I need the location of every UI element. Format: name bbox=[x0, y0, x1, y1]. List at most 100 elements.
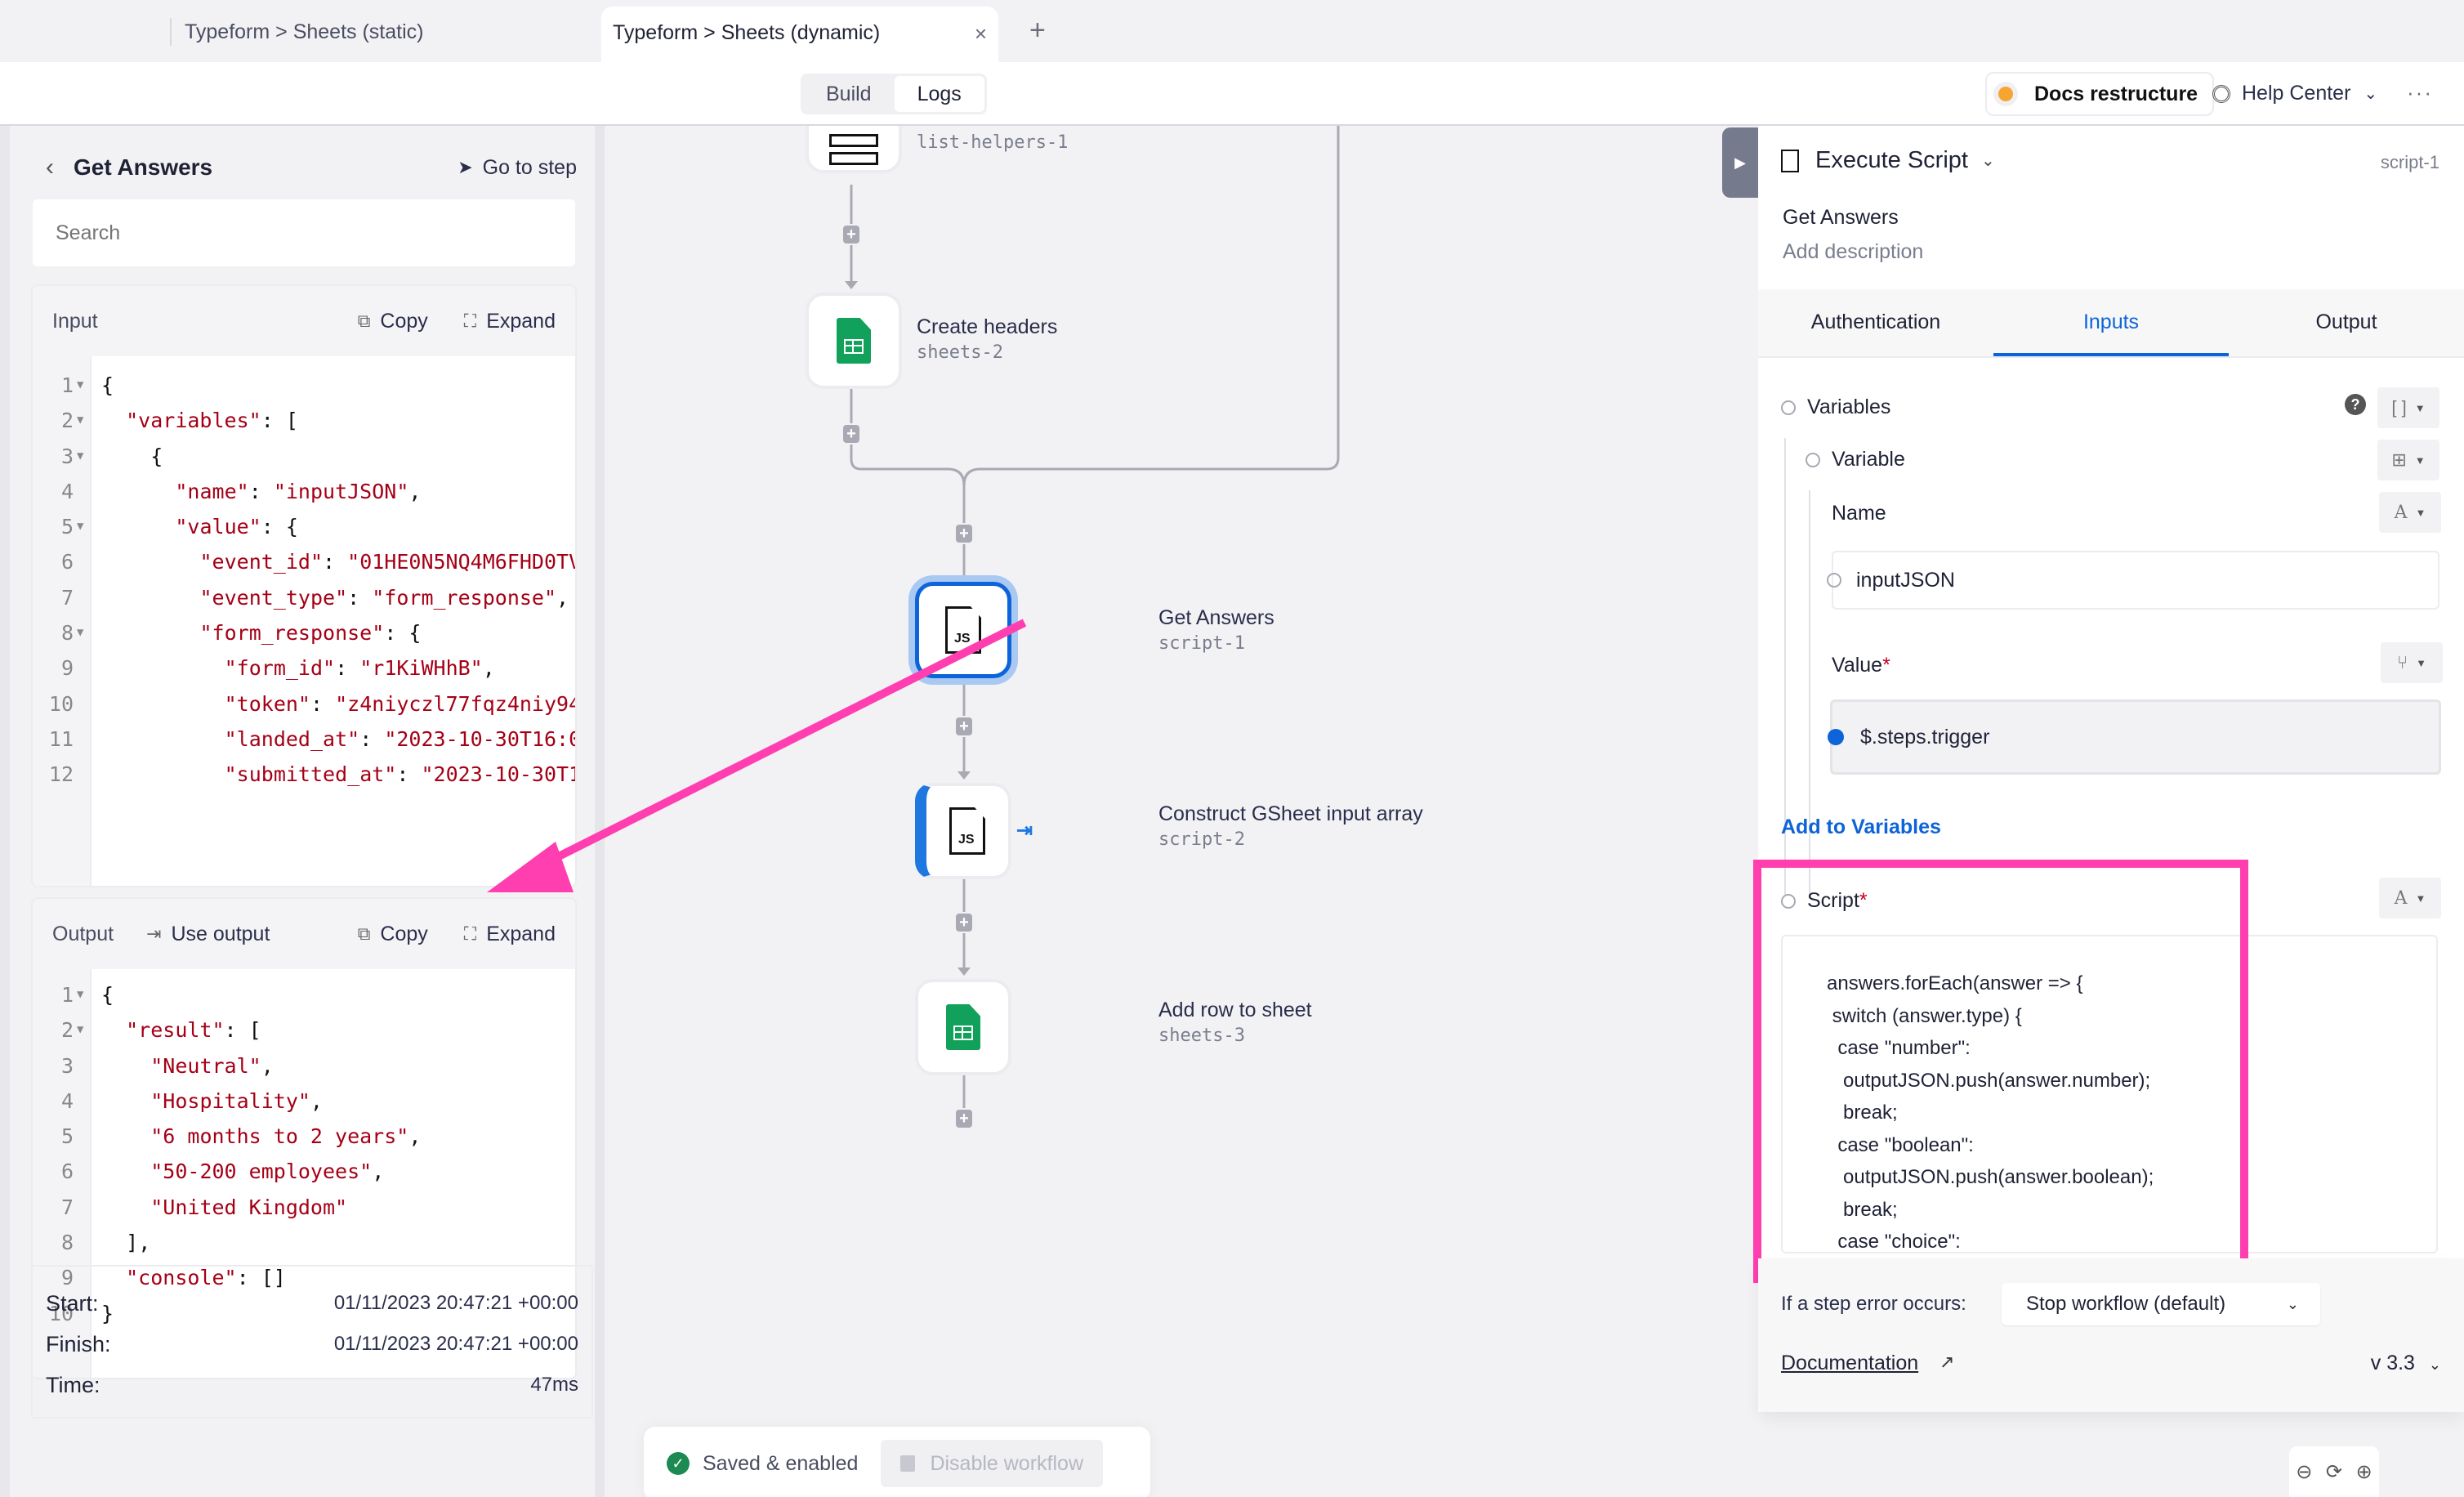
mode-toggle: Build Logs bbox=[801, 74, 987, 114]
stat-time: Time: 47ms bbox=[46, 1365, 578, 1405]
expand-input-button[interactable]: ⛶ Expand bbox=[464, 310, 556, 333]
add-step-button[interactable]: + bbox=[956, 717, 972, 735]
panel-resize-handle[interactable] bbox=[595, 126, 605, 1497]
tab-inputs[interactable]: Inputs bbox=[1993, 289, 2229, 356]
copy-output-button[interactable]: ⧉ Copy bbox=[358, 923, 428, 946]
tab-typeform-sheets-static[interactable]: Typeform > Sheets (static) bbox=[170, 18, 423, 46]
code-line: 7 "United Kingdom" bbox=[33, 1190, 575, 1225]
expand-output-button[interactable]: ⛶ Expand bbox=[464, 923, 556, 946]
help-icon[interactable]: ? bbox=[2345, 394, 2366, 415]
radio-icon[interactable] bbox=[1827, 573, 1841, 588]
node-label: Add row to sheet sheets-3 bbox=[1158, 999, 1312, 1046]
chevron-down-icon: ⌄ bbox=[2286, 1296, 2299, 1312]
use-output-button[interactable]: ⇥ Use output bbox=[146, 923, 270, 946]
fold-caret-icon[interactable]: ▼ bbox=[77, 403, 83, 438]
workspace-pill[interactable]: Docs restructure bbox=[1985, 72, 2215, 116]
tab-typeform-sheets-dynamic[interactable]: Typeform > Sheets (dynamic) × bbox=[601, 7, 998, 64]
fold-caret-icon[interactable]: ▼ bbox=[77, 977, 83, 1012]
fold-caret-icon[interactable]: ▼ bbox=[77, 439, 83, 474]
tab-authentication[interactable]: Authentication bbox=[1758, 289, 1993, 356]
code-text: "Neutral", bbox=[150, 1053, 274, 1078]
build-tab[interactable]: Build bbox=[803, 76, 895, 112]
workflow-node-add-row-to-sheet[interactable] bbox=[915, 979, 1011, 1075]
radio-icon[interactable] bbox=[1781, 400, 1796, 415]
connector bbox=[962, 126, 1340, 486]
add-step-button[interactable]: + bbox=[956, 525, 972, 543]
script-editor[interactable]: answers.forEach(answer => { switch (answ… bbox=[1781, 935, 2438, 1253]
js-file-icon: JS bbox=[945, 606, 981, 654]
code-line: 8 ], bbox=[33, 1225, 575, 1260]
close-tab-icon[interactable]: × bbox=[975, 21, 987, 47]
line-number: 4 bbox=[60, 1088, 74, 1113]
external-link-icon[interactable]: ↗ bbox=[1940, 1352, 1954, 1373]
value-reference: $.steps.trigger bbox=[1860, 725, 1990, 748]
saved-status: Saved & enabled bbox=[703, 1451, 859, 1475]
value-input[interactable]: $.steps.trigger bbox=[1828, 699, 2441, 775]
workflow-node-create-headers[interactable] bbox=[806, 293, 902, 389]
workflow-status-bar: ✓ Saved & enabled Disable workflow bbox=[644, 1427, 1150, 1497]
copy-label: Copy bbox=[380, 309, 428, 333]
type-selector-text[interactable]: A ▼ bbox=[2379, 878, 2441, 918]
step-name[interactable]: Get Answers bbox=[1783, 206, 1899, 230]
config-tabs: Authentication Inputs Output bbox=[1758, 289, 2464, 358]
add-to-variables-link[interactable]: Add to Variables bbox=[1781, 816, 1941, 839]
step-into-icon[interactable]: ⇥ bbox=[1016, 819, 1033, 842]
reference-dot-icon bbox=[1828, 729, 1844, 745]
type-selector-reference[interactable]: ⑂ ▼ bbox=[2381, 642, 2443, 683]
logs-tab[interactable]: Logs bbox=[894, 76, 984, 112]
go-to-step-button[interactable]: ➤ Go to step bbox=[458, 156, 577, 180]
workflow-canvas[interactable]: + + + + + + list-helpers-1 Create header… bbox=[605, 126, 1722, 1497]
zoom-controls: ⊖ ⟳ ⊕ bbox=[2289, 1446, 2379, 1497]
zoom-out-icon[interactable]: ⊖ bbox=[2296, 1460, 2312, 1484]
add-step-button[interactable]: + bbox=[956, 914, 972, 932]
version-selector[interactable]: v 3.3 ⌄ bbox=[2371, 1352, 2441, 1375]
chevron-down-icon: ⌄ bbox=[2364, 85, 2378, 103]
js-file-icon: JS bbox=[949, 807, 985, 855]
name-value: inputJSON bbox=[1856, 568, 1955, 592]
new-tab-button[interactable]: + bbox=[1029, 15, 1046, 47]
workflow-node-get-answers[interactable]: JS bbox=[915, 582, 1011, 678]
name-input[interactable]: inputJSON bbox=[1827, 551, 2439, 610]
add-step-button[interactable]: + bbox=[843, 425, 859, 443]
collapse-panel-button[interactable]: ▶ bbox=[1722, 127, 1758, 198]
name-label: Name bbox=[1832, 502, 1886, 525]
text-type-icon: A bbox=[2394, 887, 2408, 909]
search-input[interactable] bbox=[33, 199, 575, 266]
caret-down-icon: ▼ bbox=[2416, 656, 2427, 669]
line-number: 4 bbox=[60, 479, 74, 503]
add-description[interactable]: Add description bbox=[1783, 240, 1923, 264]
zoom-in-icon[interactable]: ⊕ bbox=[2356, 1460, 2372, 1484]
type-selector-object[interactable]: ⊞ ▼ bbox=[2377, 440, 2439, 480]
workflow-node-list-helpers-1[interactable] bbox=[806, 126, 902, 173]
add-step-button[interactable]: + bbox=[843, 226, 859, 244]
script-line: break; bbox=[1827, 1198, 1898, 1221]
workflow-node-construct-gsheet-input-array[interactable]: JS bbox=[915, 783, 1011, 879]
add-step-button[interactable]: + bbox=[956, 1110, 972, 1128]
type-selector-text[interactable]: A ▼ bbox=[2379, 492, 2441, 533]
fold-caret-icon[interactable]: ▼ bbox=[77, 368, 83, 403]
table-icon: ⊞ bbox=[2391, 449, 2407, 470]
more-options-icon[interactable]: ··· bbox=[2407, 80, 2433, 105]
radio-icon[interactable] bbox=[1806, 452, 1820, 467]
tab-output[interactable]: Output bbox=[2229, 289, 2464, 356]
code-text: "result": [ bbox=[126, 1018, 261, 1043]
line-number: 11 bbox=[48, 726, 74, 751]
documentation-link[interactable]: Documentation bbox=[1781, 1352, 1918, 1375]
list-icon bbox=[829, 129, 878, 170]
fold-caret-icon[interactable]: ▼ bbox=[77, 615, 83, 650]
reset-zoom-icon[interactable]: ⟳ bbox=[2326, 1460, 2342, 1484]
code-text: "form_response": { bbox=[199, 621, 422, 646]
fold-caret-icon[interactable]: ▼ bbox=[77, 509, 83, 544]
input-code-editor[interactable]: 1 ▼{2 ▼ "variables": [3 ▼ {4 "name": "input… bbox=[33, 356, 575, 886]
radio-icon[interactable] bbox=[1781, 893, 1796, 909]
back-chevron-icon[interactable]: ‹ bbox=[46, 154, 54, 181]
type-selector-array[interactable]: [ ] ▼ bbox=[2377, 387, 2439, 428]
fold-caret-icon[interactable]: ▼ bbox=[77, 1012, 83, 1048]
stat-value: 01/11/2023 20:47:21 +00:00 bbox=[333, 1333, 578, 1355]
disable-workflow-button[interactable]: Disable workflow bbox=[881, 1440, 1103, 1487]
help-center-menu[interactable]: Help Center ⌄ bbox=[2212, 82, 2377, 105]
copy-input-button[interactable]: ⧉ Copy bbox=[358, 310, 428, 333]
error-handling-select[interactable]: Stop workflow (default) ⌄ bbox=[2002, 1283, 2320, 1325]
action-selector[interactable]: Execute Script ⌄ bbox=[1781, 147, 1995, 174]
line-number: 9 bbox=[60, 656, 74, 681]
